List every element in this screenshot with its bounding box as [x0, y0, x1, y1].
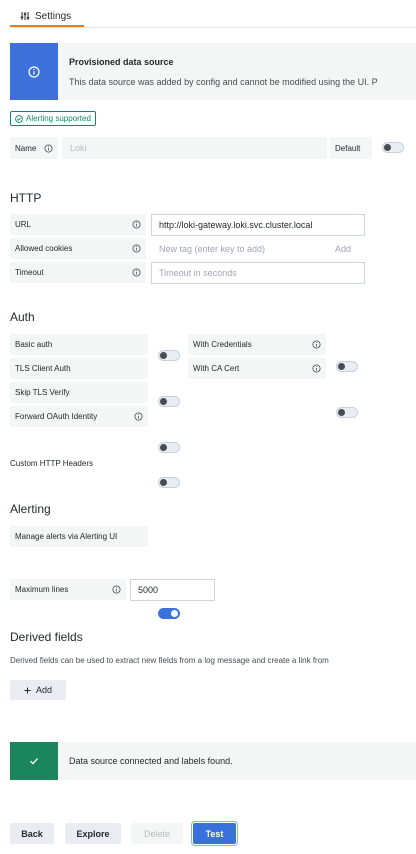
switch-knob [160, 398, 167, 405]
switch-knob [160, 352, 167, 359]
allowed-cookies-label: Allowed cookies [10, 238, 146, 259]
manage-alerts-label: Manage alerts via Alerting UI [10, 526, 148, 547]
basic-auth-switch[interactable] [158, 350, 180, 361]
success-text: Data source connected and labels found. [69, 756, 233, 766]
info-circle-icon [312, 364, 321, 373]
http-heading: HTTP [10, 191, 42, 205]
with-credentials-switch[interactable] [336, 361, 358, 372]
provisioned-alert: Provisioned data source This data source… [10, 43, 416, 100]
skip-tls-verify-switch[interactable] [158, 442, 180, 453]
badge-label: Alerting supported [26, 114, 91, 123]
switch-knob [160, 444, 167, 451]
timeout-label: Timeout [10, 262, 146, 283]
alerting-supported-badge: Alerting supported [10, 111, 96, 126]
back-button[interactable]: Back [10, 823, 54, 844]
derived-fields-description: Derived fields can be used to extract ne… [10, 656, 329, 665]
switch-knob [338, 409, 345, 416]
alert-title: Provisioned data source [69, 57, 174, 67]
check-icon [30, 758, 38, 765]
alert-success-box [10, 742, 58, 780]
tls-client-auth-switch[interactable] [158, 396, 180, 407]
switch-knob [384, 144, 391, 151]
tls-client-auth-label: TLS Client Auth [10, 358, 148, 379]
info-circle-icon [134, 412, 143, 421]
switch-knob [171, 610, 178, 617]
maximum-lines-input[interactable]: 5000 [130, 579, 215, 601]
url-label: URL [10, 214, 146, 235]
with-ca-cert-switch[interactable] [336, 407, 358, 418]
check-circle-icon [15, 114, 23, 123]
timeout-label-text: Timeout [15, 268, 44, 277]
add-derived-field-label: Add [35, 685, 52, 695]
success-alert: Data source connected and labels found. [10, 742, 416, 780]
alerting-heading: Alerting [10, 502, 51, 516]
basic-auth-label: Basic auth [10, 334, 148, 355]
info-circle-icon [112, 585, 121, 594]
with-credentials-label: With Credentials [188, 334, 326, 355]
sliders-icon [20, 12, 30, 20]
tab-settings[interactable]: Settings [10, 6, 84, 26]
default-label: Default [330, 137, 372, 159]
plus-icon [24, 687, 31, 693]
forward-oauth-label: Forward OAuth Identity [10, 406, 148, 427]
default-switch[interactable] [382, 142, 404, 153]
derived-fields-heading: Derived fields [10, 630, 83, 644]
with-ca-cert-label-text: With CA Cert [193, 364, 240, 373]
skip-tls-verify-label: Skip TLS Verify [10, 382, 148, 403]
forward-oauth-switch[interactable] [158, 477, 180, 488]
timeout-input[interactable]: Timeout in seconds [151, 262, 365, 284]
maximum-lines-label-text: Maximum lines [15, 585, 69, 594]
name-label: Name [10, 137, 58, 159]
test-button[interactable]: Test [193, 823, 236, 844]
url-input[interactable]: http://loki-gateway.loki.svc.cluster.loc… [151, 214, 365, 236]
with-ca-cert-label: With CA Cert [188, 358, 326, 379]
auth-heading: Auth [10, 310, 35, 324]
explore-button[interactable]: Explore [65, 823, 121, 844]
tab-divider [10, 27, 416, 28]
manage-alerts-switch[interactable] [158, 608, 180, 619]
name-input[interactable]: Loki [62, 137, 327, 159]
delete-button[interactable]: Delete [131, 823, 183, 844]
maximum-lines-label: Maximum lines [10, 579, 126, 600]
name-label-text: Name [15, 143, 37, 153]
alert-text: This data source was added by config and… [69, 77, 378, 87]
with-credentials-label-text: With Credentials [193, 340, 252, 349]
info-circle-icon [132, 268, 141, 277]
allowed-cookies-input[interactable]: New tag (enter key to add) [151, 238, 365, 260]
info-icon [28, 65, 40, 78]
add-derived-field-button[interactable]: Add [10, 680, 66, 700]
url-label-text: URL [15, 220, 32, 229]
forward-oauth-label-text: Forward OAuth Identity [15, 412, 98, 421]
alert-info-box [10, 43, 58, 100]
tab-settings-label: Settings [35, 10, 72, 22]
cookies-add-button[interactable]: Add [335, 244, 351, 254]
switch-knob [160, 479, 167, 486]
info-circle-icon [132, 220, 141, 229]
info-circle-icon [44, 143, 53, 153]
switch-knob [338, 363, 345, 370]
info-circle-icon [132, 244, 141, 253]
custom-http-headers-link[interactable]: Custom HTTP Headers [10, 459, 93, 468]
allowed-cookies-label-text: Allowed cookies [15, 244, 73, 253]
info-circle-icon [312, 340, 321, 349]
